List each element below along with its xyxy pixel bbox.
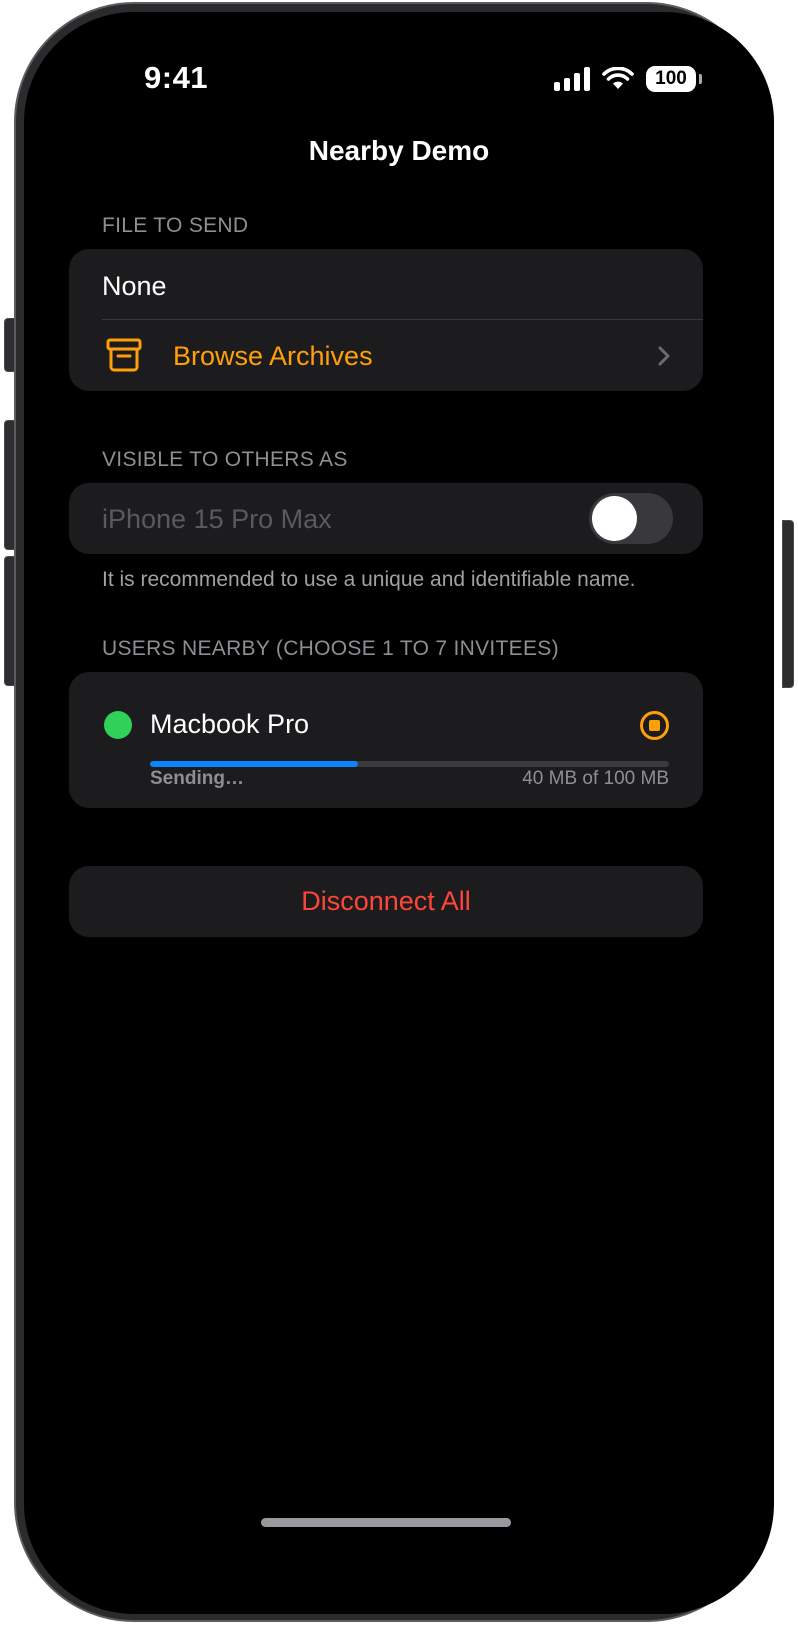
- screen: 9:41 100 Nearby Demo FILE TO SEND None B…: [24, 12, 774, 1614]
- visible-section-header: VISIBLE TO OTHERS AS: [102, 448, 348, 471]
- browse-archives-row[interactable]: Browse Archives: [69, 320, 703, 391]
- status-time: 9:41: [144, 60, 209, 95]
- transfer-status: Sending…: [150, 768, 244, 789]
- device-name-field[interactable]: iPhone 15 Pro Max: [102, 504, 332, 535]
- disconnect-all-button[interactable]: Disconnect All: [69, 866, 703, 937]
- user-row[interactable]: Macbook Pro Sending… 40 MB of 100 MB: [69, 672, 703, 808]
- transfer-progress-fill: [150, 761, 358, 767]
- online-status-dot: [104, 711, 132, 739]
- toggle-knob: [592, 496, 637, 541]
- chevron-right-icon: [658, 346, 670, 366]
- visible-card: iPhone 15 Pro Max: [69, 483, 703, 554]
- page-title: Nearby Demo: [308, 135, 490, 166]
- file-section-header: FILE TO SEND: [102, 214, 249, 237]
- wifi-icon: [602, 67, 634, 89]
- transfer-size: 40 MB of 100 MB: [522, 768, 669, 789]
- cellular-signal-icon: [554, 67, 590, 91]
- user-name: Macbook Pro: [150, 709, 310, 739]
- power-button: [782, 520, 794, 688]
- stop-transfer-icon[interactable]: [640, 711, 669, 740]
- visible-section-footer: It is recommended to use a unique and id…: [102, 568, 636, 591]
- status-icons: 100: [554, 66, 702, 92]
- battery-icon: 100: [646, 66, 702, 92]
- visibility-toggle[interactable]: [589, 493, 673, 544]
- selected-file-value: None: [102, 271, 167, 301]
- transfer-progress-bar: [150, 761, 669, 767]
- archive-box-icon: [106, 338, 142, 372]
- browse-archives-label: Browse Archives: [173, 341, 373, 371]
- home-indicator: [261, 1518, 511, 1527]
- file-card: None Browse Archives: [69, 249, 703, 391]
- users-section-header: USERS NEARBY (CHOOSE 1 TO 7 INVITEES): [102, 637, 559, 660]
